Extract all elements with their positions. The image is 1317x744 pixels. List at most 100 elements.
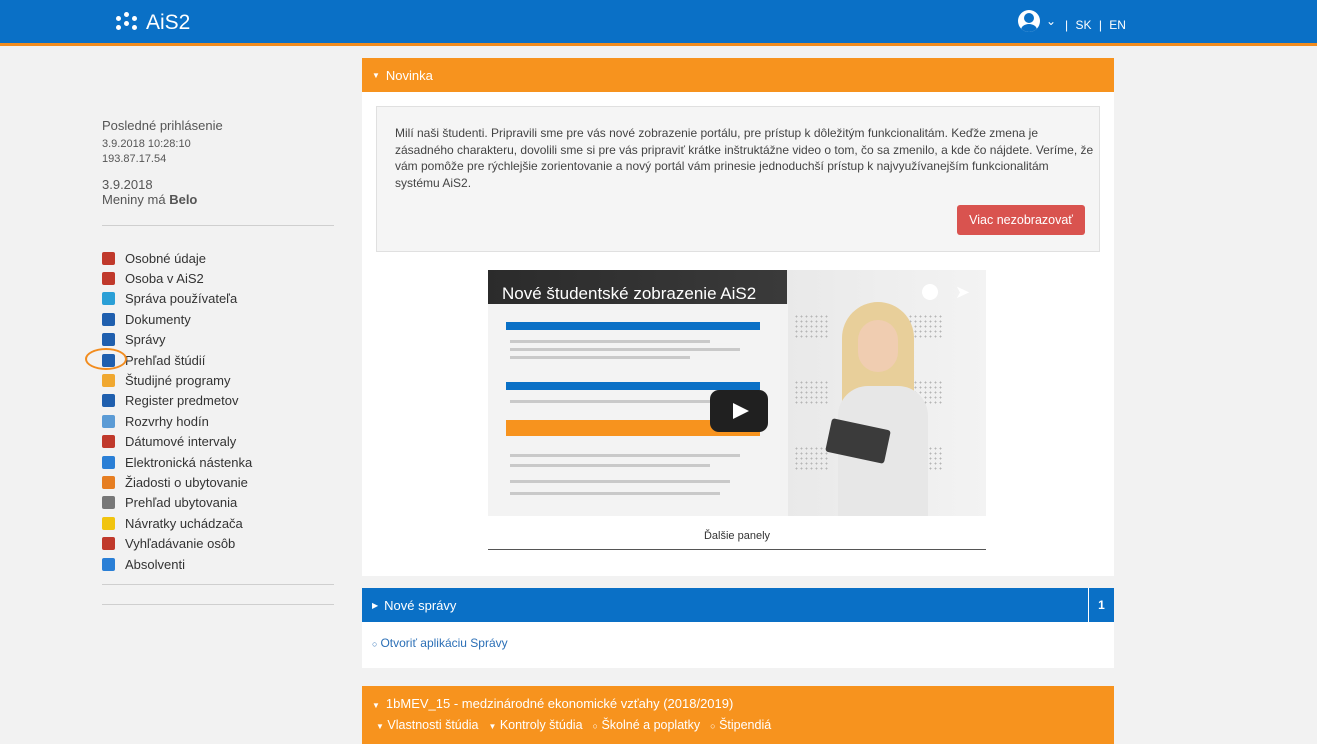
study-checks-link[interactable]: ▼ Kontroly štúdia [488, 718, 582, 732]
novinka-panel-header[interactable]: ▼ Novinka [362, 58, 1114, 92]
sidebar-item-vyhladavanie-osob[interactable]: Vyhľadávanie osôb [102, 533, 252, 553]
sidebar-item-rozvrhy-hodin[interactable]: Rozvrhy hodín [102, 411, 252, 431]
logo-dots-icon [116, 12, 140, 34]
caret-down-icon: ▼ [372, 70, 380, 80]
caret-down-icon: ▼ [488, 722, 497, 731]
video-player[interactable]: Nové študentské zobrazenie AiS2 ➤ [488, 270, 986, 516]
shot-line [510, 356, 690, 359]
study-properties-link[interactable]: ▼ Vlastnosti štúdia [376, 718, 478, 732]
dont-show-again-button[interactable]: Viac nezobrazovať [957, 205, 1085, 235]
nove-spravy-title: Nové správy [384, 597, 457, 613]
building-icon [102, 496, 115, 510]
sidebar-item-label: Správy [125, 332, 166, 348]
form-icon [102, 516, 115, 530]
document-icon [102, 312, 115, 326]
last-login-ip: 193.87.17.54 [102, 153, 167, 165]
shot-bar [506, 322, 760, 330]
watch-later-icon[interactable] [922, 284, 938, 300]
sidebar-item-label: Rozvrhy hodín [125, 413, 209, 429]
scholarships-link[interactable]: ○ Štipendiá [710, 718, 771, 732]
lang-sk-link[interactable]: SK [1075, 18, 1091, 32]
sidebar-item-osobne-udaje[interactable]: Osobné údaje [102, 248, 252, 268]
shot-line [510, 400, 720, 403]
sidebar-item-studijne-programy[interactable]: Študijné programy [102, 370, 252, 390]
sidebar-item-label: Študijné programy [125, 373, 231, 389]
user-menu[interactable]: ⌄ [1018, 10, 1056, 32]
lang-en-link[interactable]: EN [1109, 18, 1126, 32]
sidebar-item-label: Prehľad ubytovania [125, 495, 238, 511]
app-title: AiS2 [146, 11, 191, 34]
person-icon [102, 251, 115, 265]
caret-down-icon: ▼ [372, 701, 380, 710]
sidebar-item-label: Vyhľadávanie osôb [125, 536, 236, 552]
nove-spravy-body: ○ Otvoriť aplikáciu Správy [362, 622, 1114, 668]
sidebar-item-navratky-uchadzaca[interactable]: Návratky uchádzača [102, 513, 252, 533]
shot-line [510, 492, 720, 495]
study-panel-header[interactable]: ▼ 1bMEV_15 - medzinárodné ekonomické vzťa… [372, 696, 733, 711]
study-link-label: Štipendiá [719, 718, 772, 732]
sidebar-item-elektronicka-nastenka[interactable]: Elektronická nástenka [102, 452, 252, 472]
study-title: 1bMEV_15 - medzinárodné ekonomické vzťah… [385, 696, 734, 711]
sidebar-menu: Osobné údaje Osoba v AiS2 Správa používa… [102, 248, 334, 605]
sidebar-item-prehlad-ubytovania[interactable]: Prehľad ubytovania [102, 493, 252, 513]
shot-line [510, 454, 740, 457]
language-switch: | SK | EN [1063, 18, 1128, 32]
study-panel: ▼ 1bMEV_15 - medzinárodné ekonomické vzťa… [362, 686, 1114, 744]
fees-link[interactable]: ○ Školné a poplatky [593, 718, 701, 732]
divider [102, 225, 334, 226]
nameday-prefix: Meniny má [102, 192, 166, 207]
timetable-icon [102, 414, 115, 428]
sidebar-info: Posledné prihlásenie 3.9.2018 10:28:10 1… [102, 118, 334, 226]
nameday-name: Belo [169, 192, 198, 207]
accommodation-request-icon [102, 475, 115, 489]
highlight-annotation [85, 348, 127, 370]
novinka-body: Milí naši študenti. Pripravili sme pre v… [362, 92, 1114, 576]
register-icon [102, 394, 115, 408]
circle-bullet-icon: ○ [372, 639, 378, 649]
presenter-face [858, 320, 898, 372]
lang-separator: | [1065, 18, 1069, 32]
share-icon[interactable]: ➤ [955, 282, 970, 303]
message-icon [102, 333, 115, 347]
shot-line [510, 464, 710, 467]
sidebar-item-absolventi[interactable]: Absolventi [102, 554, 252, 574]
sidebar-item-label: Žiadosti o ubytovanie [125, 474, 248, 490]
sidebar-item-label: Osobné údaje [125, 250, 206, 266]
study-link-label: Školné a poplatky [601, 718, 701, 732]
sidebar-item-datumove-intervaly[interactable]: Dátumové intervaly [102, 432, 252, 452]
open-messages-link[interactable]: Otvoriť aplikáciu Správy [380, 636, 507, 650]
sidebar-item-register-predmetov[interactable]: Register predmetov [102, 391, 252, 411]
divider [102, 604, 334, 605]
sidebar-item-ziadosti-o-ubytovanie[interactable]: Žiadosti o ubytovanie [102, 472, 252, 492]
caret-down-icon: ▼ [376, 722, 384, 731]
user-avatar-icon[interactable] [1018, 10, 1040, 32]
sidebar-item-label: Prehľad štúdií [125, 352, 206, 368]
caret-right-icon: ▶ [372, 600, 379, 610]
users-tree-icon [102, 292, 115, 306]
sidebar-item-label: Dokumenty [125, 311, 191, 327]
app-logo[interactable]: AiS2 [116, 11, 190, 35]
notice-text: Milí naši študenti. Pripravili sme pre v… [395, 126, 1094, 190]
presenter-figure [818, 294, 948, 516]
shot-bar [506, 382, 760, 390]
sidebar-item-osoba[interactable]: Osoba v AiS2 [102, 268, 252, 288]
sidebar-item-label: Dátumové intervaly [125, 434, 237, 450]
list-icon [102, 374, 115, 388]
nove-spravy-header[interactable]: ▶ Nové správy 1 [362, 588, 1114, 622]
lang-separator: | [1098, 18, 1102, 32]
novinka-title: Novinka [385, 67, 433, 83]
top-bar: AiS2 ⌄ | SK | EN [0, 0, 1317, 46]
study-links: ▼ Vlastnosti štúdia ▼ Kontroly štúdia ○ … [376, 718, 771, 732]
sidebar-item-label: Osoba v AiS2 [125, 271, 204, 287]
graduates-icon [102, 557, 115, 571]
circle-bullet-icon: ○ [592, 721, 598, 731]
sidebar-item-spravy[interactable]: Správy [102, 330, 252, 350]
sidebar-item-label: Návratky uchádzača [125, 515, 243, 531]
last-login-label: Posledné prihlásenie [102, 118, 223, 133]
play-button[interactable] [710, 390, 768, 432]
sidebar-item-sprava-pouzivatela[interactable]: Správa používateľa [102, 289, 252, 309]
video-caption: Ďalšie panely [488, 516, 986, 550]
chevron-down-icon[interactable]: ⌄ [1046, 14, 1056, 28]
sidebar-item-label: Register predmetov [125, 393, 239, 409]
sidebar-item-dokumenty[interactable]: Dokumenty [102, 309, 252, 329]
